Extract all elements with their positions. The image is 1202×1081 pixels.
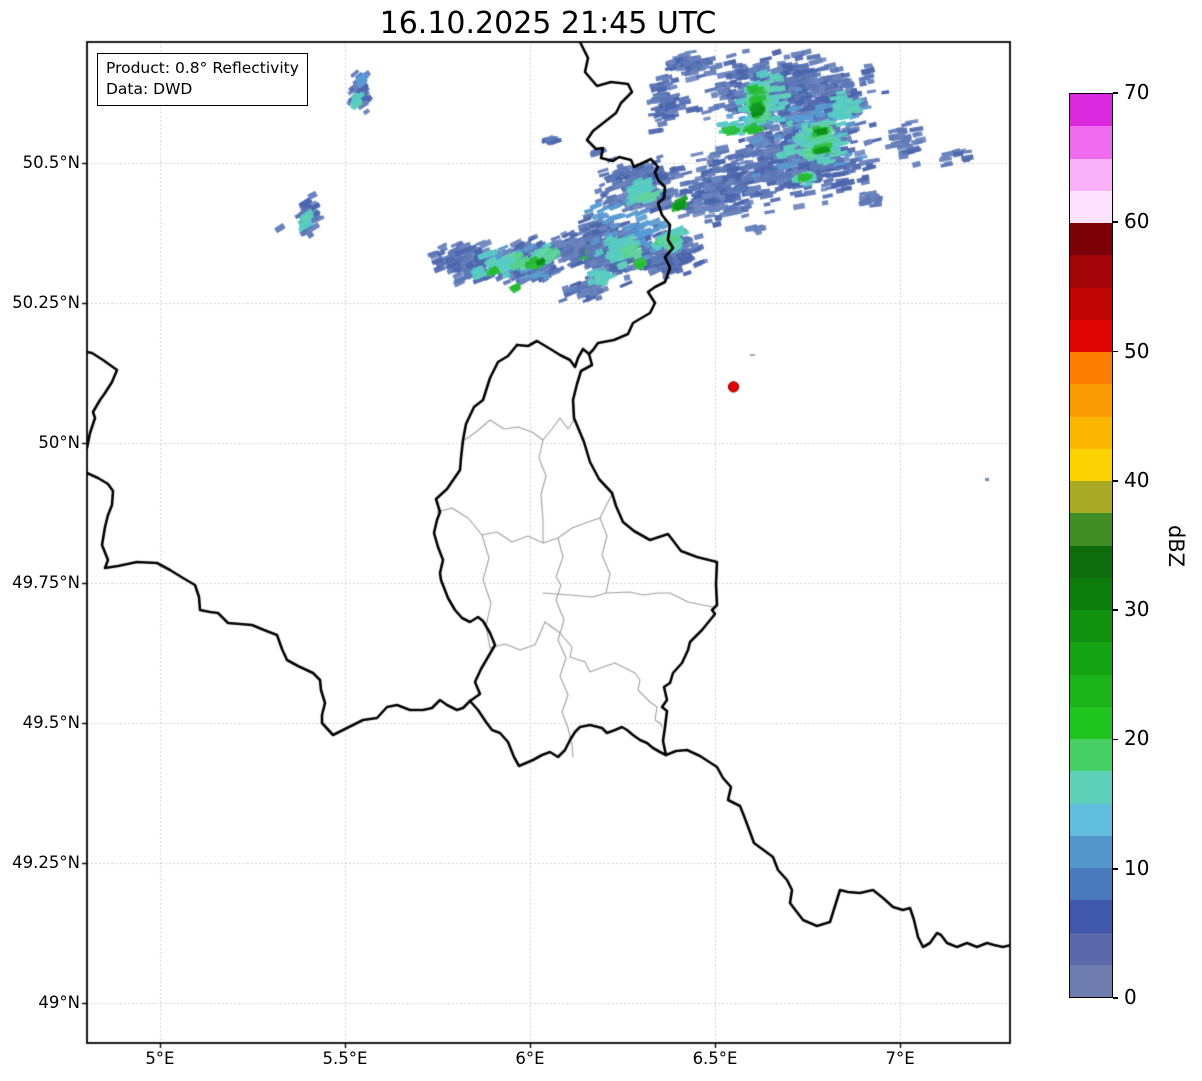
y-tick-label: 50.25°N [12,292,80,312]
colorbar-tick-mark [1113,479,1118,482]
colorbar-band [1070,932,1112,965]
x-tick-label: 5.5°E [322,1049,368,1068]
figure-title: 16.10.2025 21:45 UTC [379,6,717,41]
colorbar-band [1070,223,1112,256]
colorbar-tick-label: 60 [1124,209,1150,234]
x-tick-label: 6°E [515,1049,545,1068]
x-tick-label: 5°E [145,1049,175,1068]
colorbar-tick-mark [1113,92,1118,94]
colorbar-band [1070,481,1112,514]
colorbar-band [1070,706,1112,739]
y-tick-label: 50°N [38,432,80,452]
colorbar-band [1070,190,1112,223]
x-tick-label: 6.5°E [692,1049,738,1068]
colorbar-band [1070,319,1112,352]
colorbar-tick-mark [1113,997,1118,999]
info-data-line: Data: DWD [106,80,193,98]
info-product-line: Product: 0.8° Reflectivity [106,59,299,77]
colorbar-band [1070,448,1112,481]
colorbar-band [1070,900,1112,933]
colorbar-band [1070,255,1112,288]
y-tick-label: 49.5°N [22,712,80,732]
colorbar-band [1070,545,1112,578]
radar-map-canvas [0,0,1202,1081]
colorbar-band [1070,416,1112,449]
colorbar-tick-label: 20 [1124,726,1150,751]
colorbar-band [1070,384,1112,417]
colorbar-tick-label: 10 [1124,855,1150,880]
colorbar-tick-label: 70 [1124,80,1150,104]
colorbar-band [1070,352,1112,385]
colorbar-band [1070,610,1112,643]
y-tick-label: 50.5°N [22,152,80,172]
y-tick-label: 49.75°N [12,572,80,592]
colorbar-band [1070,835,1112,868]
y-tick-label: 49.25°N [12,852,80,872]
x-tick-label: 7°E [885,1049,915,1068]
info-box: Product: 0.8° Reflectivity Data: DWD [97,53,308,106]
colorbar-band [1070,126,1112,159]
colorbar-tick-label: 0 [1124,985,1137,1009]
colorbar-band [1070,513,1112,546]
colorbar-tick-mark [1113,609,1118,612]
colorbar-band [1070,674,1112,707]
colorbar-tick-mark [1113,738,1118,741]
y-tick-label: 49°N [38,992,80,1012]
radar-figure: 16.10.2025 21:45 UTC Product: 0.8° Refle… [0,0,1202,1081]
colorbar-band [1070,287,1112,320]
colorbar-band [1070,803,1112,836]
colorbar [1069,93,1113,998]
colorbar-band [1070,964,1112,997]
colorbar-band [1070,739,1112,772]
colorbar-axis-label: dBZ [1164,524,1188,568]
colorbar-tick-label: 30 [1124,597,1150,622]
colorbar-tick-mark [1113,350,1118,353]
colorbar-band [1070,94,1112,127]
colorbar-tick-mark [1113,867,1118,870]
colorbar-tick-label: 50 [1124,338,1150,363]
colorbar-tick-label: 40 [1124,467,1150,492]
colorbar-band [1070,868,1112,901]
colorbar-band [1070,642,1112,675]
colorbar-band [1070,158,1112,191]
colorbar-band [1070,577,1112,610]
colorbar-tick-mark [1113,221,1118,224]
colorbar-band [1070,771,1112,804]
